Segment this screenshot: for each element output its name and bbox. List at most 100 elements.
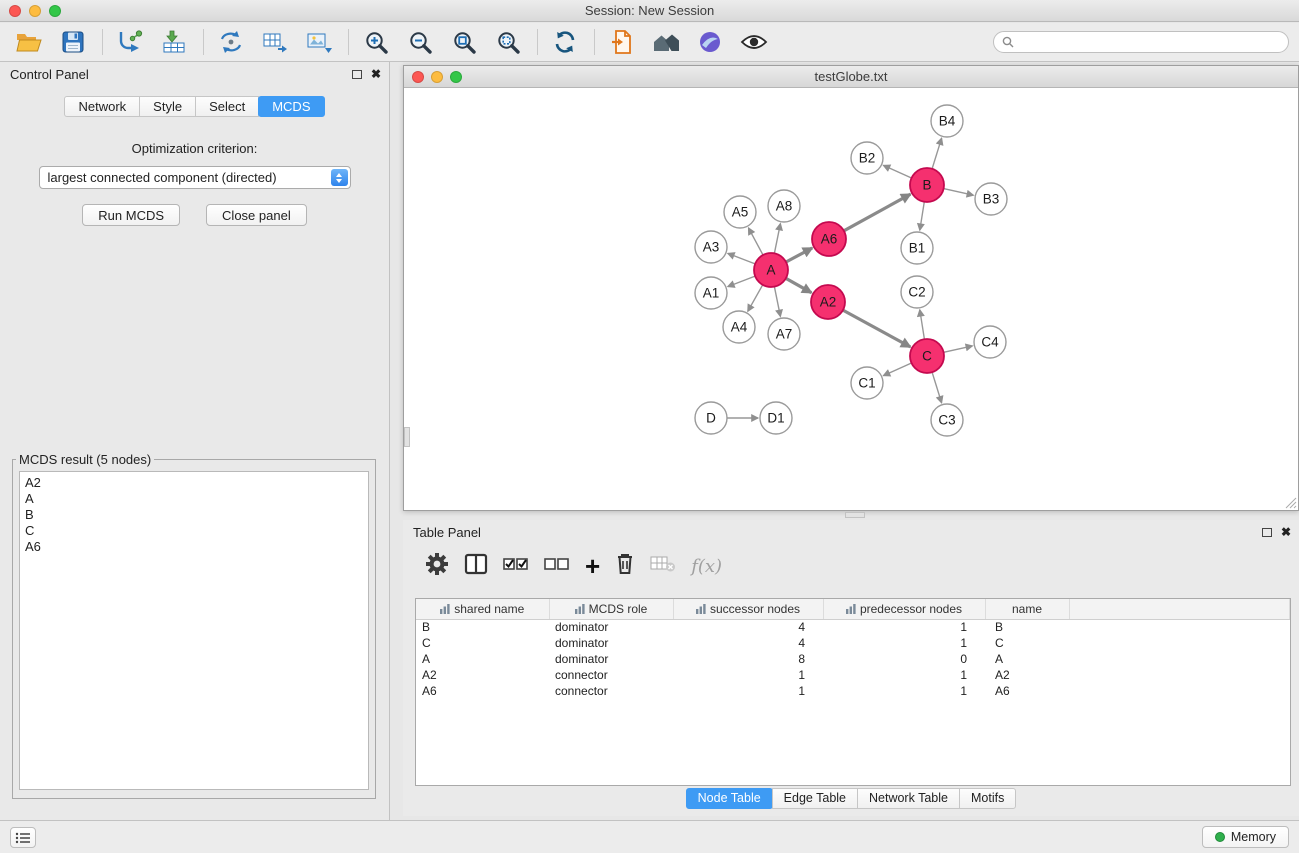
result-item[interactable]: A2 [20,475,368,491]
tab-network-table[interactable]: Network Table [857,788,960,809]
graph-node-B2[interactable]: B2 [851,142,883,174]
graph-node-B4[interactable]: B4 [931,105,963,137]
graph-node-B[interactable]: B [910,168,944,202]
save-icon[interactable] [56,26,90,58]
table-cell[interactable]: A [416,651,549,667]
table-cell[interactable]: A6 [416,683,549,699]
graph-edge-B-B2[interactable] [883,165,911,178]
deselect-all-icon[interactable] [544,555,570,578]
run-mcds-button[interactable]: Run MCDS [82,204,180,226]
table-cell[interactable]: C [416,635,549,651]
select-all-icon[interactable] [503,555,529,578]
maximize-network-window-button[interactable] [450,71,462,83]
settings-gear-icon[interactable] [425,552,449,581]
table-cell[interactable]: 1 [823,667,985,683]
graph-edge-C-C4[interactable] [944,346,973,352]
table-row[interactable]: Cdominator41C [416,635,1290,651]
graph-edge-A-A2[interactable] [786,278,812,292]
tab-mcds[interactable]: MCDS [258,96,324,117]
result-item[interactable]: B [20,507,368,523]
graph-node-C4[interactable]: C4 [974,326,1006,358]
delete-row-icon[interactable] [615,552,635,581]
close-window-button[interactable] [9,5,21,17]
table-cell[interactable]: 4 [673,635,823,651]
mcds-result-list[interactable]: A2ABCA6 [19,471,369,790]
search-input[interactable] [1019,35,1280,49]
tab-style[interactable]: Style [139,96,196,117]
style-brush-icon[interactable] [693,26,727,58]
task-history-button[interactable] [10,827,36,848]
table-cell[interactable]: 1 [673,683,823,699]
network-window-titlebar[interactable]: testGlobe.txt [404,66,1298,88]
table-cell[interactable]: connector [549,683,673,699]
graph-edge-A-A1[interactable] [728,276,755,287]
graph-node-A3[interactable]: A3 [695,231,727,263]
graph-node-B1[interactable]: B1 [901,232,933,264]
table-row[interactable]: A2connector11A2 [416,667,1290,683]
table-cell[interactable]: 1 [823,619,985,635]
graph-node-A4[interactable]: A4 [723,311,755,343]
result-item[interactable]: C [20,523,368,539]
column-layout-icon[interactable] [464,553,488,580]
table-cell[interactable]: B [985,619,1069,635]
eye-icon[interactable] [737,26,771,58]
graph-edge-A-A4[interactable] [748,285,763,312]
table-cell[interactable]: connector [549,667,673,683]
search-field[interactable] [993,31,1289,53]
column-header-predecessor-nodes[interactable]: predecessor nodes [823,599,985,619]
table-cell[interactable]: 0 [823,651,985,667]
graph-edge-B-B4[interactable] [932,138,942,169]
image-export-icon[interactable] [302,26,336,58]
result-item[interactable]: A6 [20,539,368,555]
network-canvas[interactable]: B4B2BB3A5A8A6A3AB1A1A2C2A4A7C4CC1DD1C3 [404,89,1298,510]
graph-edge-C-C2[interactable] [920,310,925,339]
table-cell[interactable]: 8 [673,651,823,667]
splitter-handle-horizontal[interactable] [845,512,865,518]
graph-node-A6[interactable]: A6 [812,222,846,256]
home-icon[interactable] [649,26,683,58]
graph-node-C1[interactable]: C1 [851,367,883,399]
table-cell[interactable]: A2 [985,667,1069,683]
import-network-icon[interactable] [113,26,147,58]
graph-node-B3[interactable]: B3 [975,183,1007,215]
graph-edge-B-B1[interactable] [920,202,925,230]
graph-node-C2[interactable]: C2 [901,276,933,308]
minimize-window-button[interactable] [29,5,41,17]
column-header-mcds-role[interactable]: MCDS role [549,599,673,619]
table-cell[interactable]: A6 [985,683,1069,699]
graph-edge-C-C1[interactable] [883,363,911,376]
close-panel-icon[interactable]: ✖ [371,68,381,80]
graph-node-A8[interactable]: A8 [768,190,800,222]
table-cell[interactable]: dominator [549,635,673,651]
zoom-out-icon[interactable] [403,26,437,58]
zoom-fit-icon[interactable] [447,26,481,58]
graph-edge-A6-B[interactable] [844,194,911,231]
graph-edge-C-C3[interactable] [932,372,942,403]
graph-node-A7[interactable]: A7 [768,318,800,350]
graph-node-D[interactable]: D [695,402,727,434]
graph-node-C3[interactable]: C3 [931,404,963,436]
table-export-icon[interactable] [258,26,292,58]
column-header-name[interactable]: name [985,599,1069,619]
function-builder-icon[interactable]: f(x) [691,556,722,577]
graph-node-A2[interactable]: A2 [811,285,845,319]
column-header-shared-name[interactable]: shared name [416,599,549,619]
graph-node-D1[interactable]: D1 [760,402,792,434]
graph-edge-A-A7[interactable] [774,287,780,317]
open-folder-icon[interactable] [12,26,46,58]
graph-edge-B-B3[interactable] [944,189,974,196]
tab-node-table[interactable]: Node Table [686,788,773,809]
splitter-handle-vertical[interactable] [404,427,410,447]
minimize-network-window-button[interactable] [431,71,443,83]
tab-edge-table[interactable]: Edge Table [772,788,858,809]
table-cell[interactable]: A [985,651,1069,667]
graph-edge-A2-C[interactable] [843,310,910,347]
graph-node-A[interactable]: A [754,253,788,287]
close-table-panel-icon[interactable]: ✖ [1281,526,1291,538]
table-cell[interactable]: 1 [823,635,985,651]
graph-node-C[interactable]: C [910,339,944,373]
graph-node-A1[interactable]: A1 [695,277,727,309]
table-row[interactable]: Adominator80A [416,651,1290,667]
resize-grip-icon[interactable] [1285,497,1297,509]
tab-select[interactable]: Select [195,96,259,117]
